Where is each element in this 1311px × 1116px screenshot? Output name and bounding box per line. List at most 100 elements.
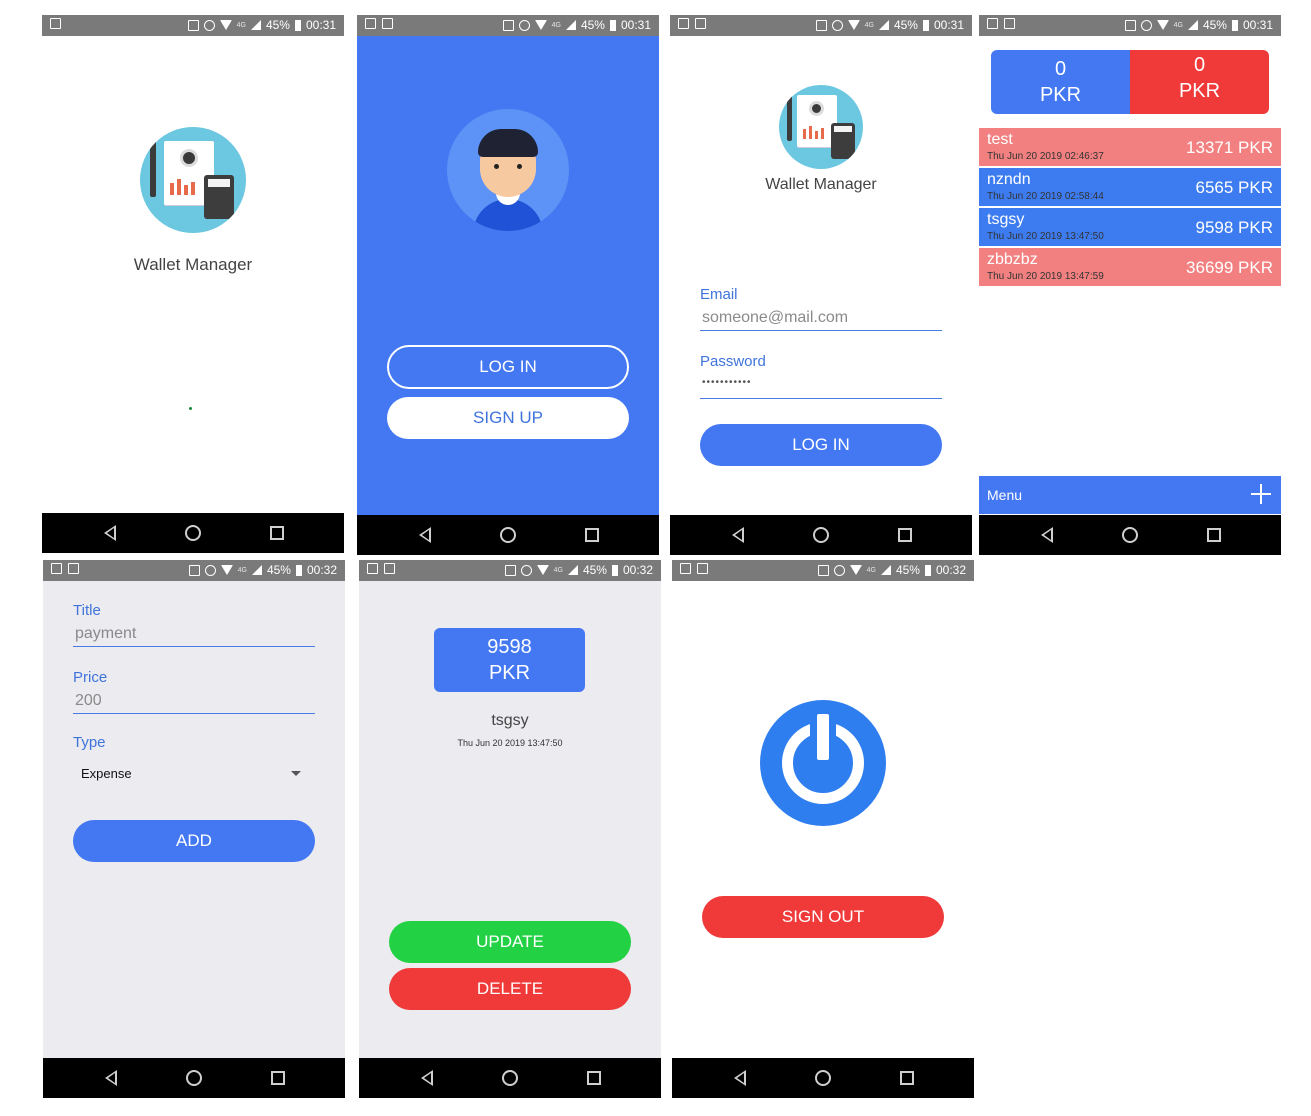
update-button[interactable]: UPDATE	[389, 921, 631, 963]
battery-percent: 45%	[1202, 18, 1227, 32]
login-button[interactable]: LOG IN	[387, 345, 629, 389]
nav-bar	[672, 1058, 974, 1098]
recents-icon[interactable]	[1207, 528, 1221, 542]
battery-icon	[922, 19, 929, 31]
clock: 00:31	[305, 18, 336, 32]
list-item-amount: 36699 PKR	[1186, 258, 1273, 277]
battery-icon	[294, 19, 301, 31]
signup-button[interactable]: SIGN UP	[387, 397, 629, 439]
battery-icon	[924, 564, 931, 576]
list-item[interactable]: zbbzbz Thu Jun 20 2019 13:47:59 36699 PK…	[979, 248, 1281, 286]
vibrate-icon	[187, 19, 199, 31]
battery-percent: 45%	[580, 18, 605, 32]
status-bar: 4G 45% 00:31	[42, 15, 344, 36]
wifi-icon	[219, 20, 232, 30]
recents-icon[interactable]	[271, 1071, 285, 1085]
vibrate-icon	[188, 564, 200, 576]
recents-icon[interactable]	[587, 1071, 601, 1085]
back-icon[interactable]	[732, 1070, 748, 1086]
wifi-icon	[1156, 20, 1169, 30]
income-amount: 0	[1054, 58, 1067, 80]
dashboard-screen: 4G 45% 00:31 0 PKR 0 PKR test Thu Jun 20…	[979, 15, 1281, 555]
list-item-title: nzndn	[987, 171, 1031, 188]
list-item[interactable]: nzndn Thu Jun 20 2019 02:58:44 6565 PKR	[979, 168, 1281, 206]
plus-icon[interactable]	[1251, 484, 1271, 504]
login-submit-button[interactable]: LOG IN	[700, 424, 942, 466]
menu-bar[interactable]: Menu	[979, 476, 1281, 514]
home-icon[interactable]	[1122, 527, 1138, 543]
type-select[interactable]: Expense	[73, 760, 315, 788]
image-icon	[367, 563, 378, 574]
vibrate-icon	[1124, 19, 1136, 31]
clock: 00:32	[935, 563, 966, 577]
login-screen: 4G 45% 00:31 Wallet Manager Email someon…	[670, 15, 972, 555]
vibrate-icon	[504, 564, 516, 576]
back-icon[interactable]	[730, 527, 746, 543]
password-field[interactable]: •••••••••••	[700, 377, 942, 399]
email-field[interactable]: someone@mail.com	[700, 309, 942, 331]
app-name: Wallet Manager	[133, 255, 253, 274]
price-field[interactable]: 200	[73, 692, 315, 714]
add-button[interactable]: ADD	[73, 820, 315, 862]
wifi-icon	[534, 20, 547, 30]
clock: 00:32	[622, 563, 653, 577]
recents-icon[interactable]	[898, 528, 912, 542]
detail-date: Thu Jun 20 2019 13:47:50	[457, 738, 563, 748]
wallet-logo-icon	[779, 85, 863, 169]
list-item-date: Thu Jun 20 2019 02:46:37	[987, 151, 1104, 162]
signal-icon	[878, 20, 889, 30]
recents-icon[interactable]	[270, 526, 284, 540]
battery-icon	[611, 564, 618, 576]
splash-screen: 4G 45% 00:31 Wallet Manager	[42, 15, 344, 553]
status-bar: 4G 45% 00:31	[357, 15, 659, 36]
welcome-screen: 4G 45% 00:31 LOG IN SIGN UP	[357, 15, 659, 555]
signal-icon	[880, 565, 891, 575]
home-icon[interactable]	[815, 1070, 831, 1086]
expense-currency: PKR	[1178, 80, 1221, 102]
back-icon[interactable]	[419, 1070, 435, 1086]
home-icon[interactable]	[502, 1070, 518, 1086]
back-icon[interactable]	[417, 527, 433, 543]
image-icon	[365, 18, 376, 29]
vibrate-icon	[817, 564, 829, 576]
list-item[interactable]: tsgsy Thu Jun 20 2019 13:47:50 9598 PKR	[979, 208, 1281, 246]
back-icon[interactable]	[1039, 527, 1055, 543]
recents-icon[interactable]	[585, 528, 599, 542]
detail-amount: 9598	[487, 636, 532, 658]
status-bar: 4G 45% 00:32	[672, 560, 974, 581]
back-icon[interactable]	[103, 1070, 119, 1086]
battery-percent: 45%	[582, 563, 607, 577]
price-label: Price	[73, 669, 108, 686]
alarm-icon	[204, 564, 216, 576]
email-label: Email	[700, 286, 738, 303]
network-type: 4G	[866, 566, 876, 574]
type-label: Type	[73, 734, 106, 751]
signout-button[interactable]: SIGN OUT	[702, 896, 944, 938]
home-icon[interactable]	[813, 527, 829, 543]
nav-bar	[670, 515, 972, 555]
transaction-list: test Thu Jun 20 2019 02:46:37 13371 PKR …	[979, 128, 1281, 288]
image-icon	[680, 563, 691, 574]
network-type: 4G	[236, 21, 246, 29]
home-icon[interactable]	[500, 527, 516, 543]
signal-icon	[565, 20, 576, 30]
list-item-date: Thu Jun 20 2019 13:47:59	[987, 271, 1104, 282]
clock: 00:31	[620, 18, 651, 32]
battery-icon	[295, 564, 302, 576]
home-icon[interactable]	[186, 1070, 202, 1086]
avatar-icon	[447, 109, 569, 231]
status-bar: 4G 45% 00:31	[979, 15, 1281, 36]
list-item[interactable]: test Thu Jun 20 2019 02:46:37 13371 PKR	[979, 128, 1281, 166]
app-name: Wallet Manager	[765, 176, 877, 193]
password-label: Password	[700, 353, 766, 370]
list-item-amount: 13371 PKR	[1186, 138, 1273, 157]
wifi-icon	[847, 20, 860, 30]
list-item-amount: 6565 PKR	[1195, 178, 1274, 197]
detail-currency: PKR	[488, 662, 531, 684]
home-icon[interactable]	[185, 525, 201, 541]
recents-icon[interactable]	[900, 1071, 914, 1085]
delete-button[interactable]: DELETE	[389, 968, 631, 1010]
title-field[interactable]: payment	[73, 625, 315, 647]
alarm-icon	[203, 19, 215, 31]
back-icon[interactable]	[102, 525, 118, 541]
